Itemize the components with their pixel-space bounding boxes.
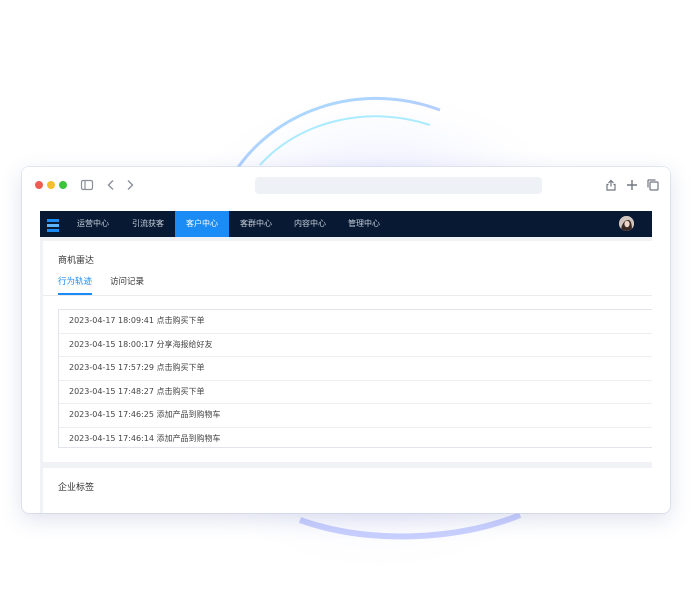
list-item: 2023-04-15 18:00:17 分享海报给好友 <box>59 334 652 358</box>
nav-item-groups[interactable]: 客群中心 <box>229 211 283 237</box>
minimize-window-button[interactable] <box>47 181 55 189</box>
forward-icon[interactable] <box>123 177 139 193</box>
nav-item-management[interactable]: 管理中心 <box>337 211 391 237</box>
behavior-event-list: 2023-04-17 18:09:41 点击购买下单 2023-04-15 18… <box>58 309 652 448</box>
list-item: 2023-04-15 17:48:27 点击购买下单 <box>59 381 652 405</box>
address-bar[interactable] <box>255 177 542 194</box>
avatar[interactable] <box>619 216 634 231</box>
nav-item-operations[interactable]: 运营中心 <box>65 211 121 237</box>
back-icon[interactable] <box>104 177 120 193</box>
tabs-overview-icon[interactable] <box>646 177 662 193</box>
tab-divider <box>43 295 652 296</box>
tab-behavior-trail[interactable]: 行为轨迹 <box>58 275 92 287</box>
list-item: 2023-04-15 17:46:14 添加产品到购物车 <box>69 433 221 443</box>
nav-item-content[interactable]: 内容中心 <box>283 211 337 237</box>
browser-titlebar <box>22 167 670 205</box>
top-nav: 运营中心 引流获客 客户中心 客群中心 内容中心 管理中心 <box>40 211 652 237</box>
new-tab-icon[interactable] <box>625 177 641 193</box>
nav-item-customers[interactable]: 客户中心 <box>175 211 229 237</box>
list-item: 2023-04-15 17:46:25 添加产品到购物车 <box>59 404 652 428</box>
app-logo-icon <box>47 217 59 232</box>
nav-item-acquisition[interactable]: 引流获客 <box>121 211 175 237</box>
sidebar-toggle-icon[interactable] <box>80 177 96 193</box>
panel-title: 商机雷达 <box>58 256 95 266</box>
close-window-button[interactable] <box>35 181 43 189</box>
list-item: 2023-04-15 17:57:29 点击购买下单 <box>59 357 652 381</box>
tab-visit-records[interactable]: 访问记录 <box>110 275 144 287</box>
enterprise-tags-panel: 企业标签 <box>43 468 652 513</box>
app-content: 运营中心 引流获客 客户中心 客群中心 内容中心 管理中心 商机雷达 行为轨迹 … <box>40 211 652 513</box>
opportunity-radar-panel: 商机雷达 行为轨迹 访问记录 2023-04-17 18:09:41 点击购买下… <box>43 241 652 462</box>
browser-window: 运营中心 引流获客 客户中心 客群中心 内容中心 管理中心 商机雷达 行为轨迹 … <box>22 167 670 513</box>
panel-title: 企业标签 <box>58 483 95 493</box>
list-item: 2023-04-17 18:09:41 点击购买下单 <box>59 310 652 334</box>
maximize-window-button[interactable] <box>59 181 67 189</box>
share-icon[interactable] <box>604 177 620 193</box>
